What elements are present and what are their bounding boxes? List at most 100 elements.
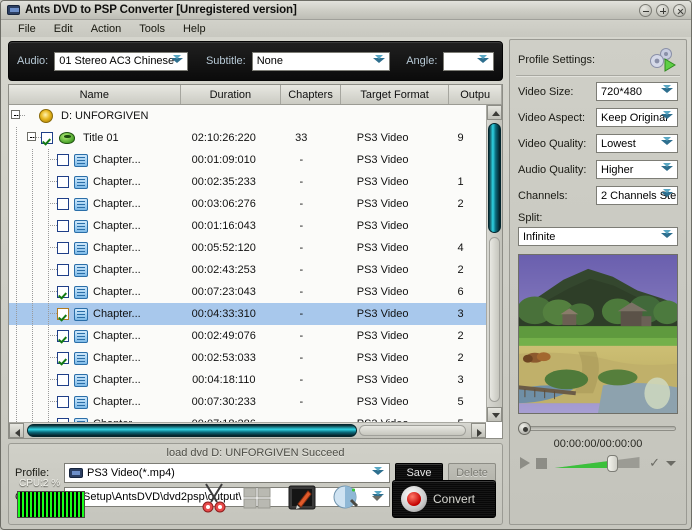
- cell-duration: 00:04:18:110: [175, 374, 272, 386]
- scroll-right-icon[interactable]: [471, 423, 486, 438]
- vertical-scroll-thumb[interactable]: [488, 123, 501, 233]
- table-row[interactable]: Title 0102:10:26:22033PS3 Video9: [9, 127, 486, 149]
- stop-icon[interactable]: [536, 458, 547, 469]
- seek-knob[interactable]: [518, 422, 531, 435]
- player-controls: ✓: [520, 455, 676, 471]
- table-row[interactable]: Chapter...00:02:35:233-PS3 Video1: [9, 171, 486, 193]
- scroll-up-icon[interactable]: [487, 105, 502, 120]
- scroll-left-icon[interactable]: [9, 423, 24, 438]
- trim-button[interactable]: [192, 478, 236, 520]
- cell-chapters: -: [273, 220, 331, 232]
- table-row[interactable]: Chapter...00:07:18:286-PS3 Video5: [9, 413, 486, 422]
- angle-select[interactable]: [443, 52, 494, 71]
- profile-field-select[interactable]: Lowest: [596, 134, 678, 153]
- volume-knob[interactable]: [607, 455, 618, 472]
- column-header-output[interactable]: Outpu: [449, 85, 502, 104]
- row-checkbox[interactable]: [57, 396, 69, 408]
- row-checkbox[interactable]: [57, 176, 69, 188]
- row-checkbox[interactable]: [57, 374, 69, 386]
- cell-chapters: 33: [273, 132, 331, 144]
- snapshot-button[interactable]: [324, 478, 368, 520]
- table-row[interactable]: Chapter...00:01:16:043-PS3 Video: [9, 215, 486, 237]
- row-label: Chapter...: [93, 242, 141, 254]
- table-row[interactable]: D: UNFORGIVEN: [9, 105, 486, 127]
- table-row[interactable]: Chapter...00:02:53:033-PS3 Video2: [9, 347, 486, 369]
- table-row[interactable]: Chapter...00:01:09:010-PS3 Video: [9, 149, 486, 171]
- audio-select[interactable]: 01 Stereo AC3 Chinese: [54, 52, 188, 71]
- volume-slider[interactable]: [553, 455, 643, 471]
- row-checkbox[interactable]: [57, 352, 69, 364]
- table-row[interactable]: Chapter...00:04:33:310-PS3 Video3: [9, 303, 486, 325]
- row-checkbox[interactable]: [57, 308, 69, 320]
- menu-tools[interactable]: Tools: [130, 22, 174, 36]
- profile-field-select[interactable]: Keep Original: [596, 108, 678, 127]
- table-row[interactable]: Chapter...00:07:23:043-PS3 Video6: [9, 281, 486, 303]
- menu-file[interactable]: File: [9, 22, 45, 36]
- profile-field-select[interactable]: Higher: [596, 160, 678, 179]
- table-row[interactable]: Chapter...00:03:06:276-PS3 Video2: [9, 193, 486, 215]
- column-header-chapters[interactable]: Chapters: [281, 85, 341, 104]
- chapter-icon: [74, 154, 88, 167]
- row-checkbox[interactable]: [57, 242, 69, 254]
- preview-seek-slider[interactable]: [518, 422, 678, 434]
- table-row[interactable]: Chapter...00:05:52:120-PS3 Video4: [9, 237, 486, 259]
- subtitle-select[interactable]: None: [252, 52, 391, 71]
- toolbar-dropdown[interactable]: [368, 478, 386, 520]
- cell-format: PS3 Video: [330, 242, 435, 254]
- convert-button[interactable]: Convert: [392, 480, 496, 518]
- chapter-icon: [74, 352, 88, 365]
- check-icon[interactable]: ✓: [649, 455, 660, 471]
- vertical-scroll-track[interactable]: [489, 237, 500, 402]
- player-dropdown-caret-icon[interactable]: [666, 461, 676, 466]
- close-icon[interactable]: [673, 4, 686, 17]
- column-header-name[interactable]: Name: [9, 85, 181, 104]
- table-row[interactable]: Chapter...00:07:30:233-PS3 Video5: [9, 391, 486, 413]
- row-label: Title 01: [83, 132, 119, 144]
- horizontal-scroll-thumb[interactable]: [27, 424, 357, 437]
- profile-field-select[interactable]: 2 Channels Ster: [596, 186, 678, 205]
- cell-output: 9: [435, 132, 486, 144]
- table-row[interactable]: Chapter...00:02:49:076-PS3 Video2: [9, 325, 486, 347]
- row-label: D: UNFORGIVEN: [61, 110, 148, 122]
- profile-field-value: Keep Original: [601, 112, 668, 124]
- column-header-duration[interactable]: Duration: [181, 85, 282, 104]
- menu-edit[interactable]: Edit: [45, 22, 82, 36]
- minimize-icon[interactable]: [639, 4, 652, 17]
- menu-action[interactable]: Action: [82, 22, 131, 36]
- row-checkbox[interactable]: [57, 198, 69, 210]
- table-row[interactable]: Chapter...00:02:43:253-PS3 Video2: [9, 259, 486, 281]
- horizontal-scroll-track[interactable]: [359, 425, 466, 436]
- profile-field-select[interactable]: 720*480: [596, 82, 678, 101]
- cell-name: Chapter...: [9, 259, 175, 281]
- profile-field-value: Lowest: [601, 138, 636, 150]
- tree-indent: [25, 237, 41, 259]
- cell-duration: 00:07:30:233: [175, 396, 272, 408]
- tree-indent: [25, 369, 41, 391]
- tree-indent: [9, 391, 25, 413]
- row-checkbox[interactable]: [57, 154, 69, 166]
- effects-button[interactable]: [280, 478, 324, 520]
- cell-format: PS3 Video: [330, 198, 435, 210]
- row-checkbox[interactable]: [57, 286, 69, 298]
- split-select[interactable]: Infinite: [518, 227, 678, 246]
- scroll-down-icon[interactable]: [487, 407, 502, 422]
- profile-settings-header: Profile Settings:: [510, 40, 686, 74]
- row-checkbox[interactable]: [57, 264, 69, 276]
- row-checkbox[interactable]: [41, 132, 53, 144]
- maximize-icon[interactable]: [656, 4, 669, 17]
- tree-indent: [25, 281, 41, 303]
- seek-track[interactable]: [528, 426, 676, 431]
- list-horizontal-scrollbar[interactable]: [9, 422, 486, 438]
- row-label: Chapter...: [93, 374, 141, 386]
- cell-output: 2: [435, 264, 486, 276]
- row-checkbox[interactable]: [57, 330, 69, 342]
- play-icon[interactable]: [520, 457, 530, 469]
- table-row[interactable]: Chapter...00:04:18:110-PS3 Video3: [9, 369, 486, 391]
- profile-field-label: Video Quality:: [518, 138, 592, 150]
- column-header-format[interactable]: Target Format: [341, 85, 450, 104]
- list-vertical-scrollbar[interactable]: [486, 105, 502, 422]
- tree-indent: [41, 347, 57, 369]
- row-checkbox[interactable]: [57, 220, 69, 232]
- menu-help[interactable]: Help: [174, 22, 215, 36]
- chapter-icon: [74, 330, 88, 343]
